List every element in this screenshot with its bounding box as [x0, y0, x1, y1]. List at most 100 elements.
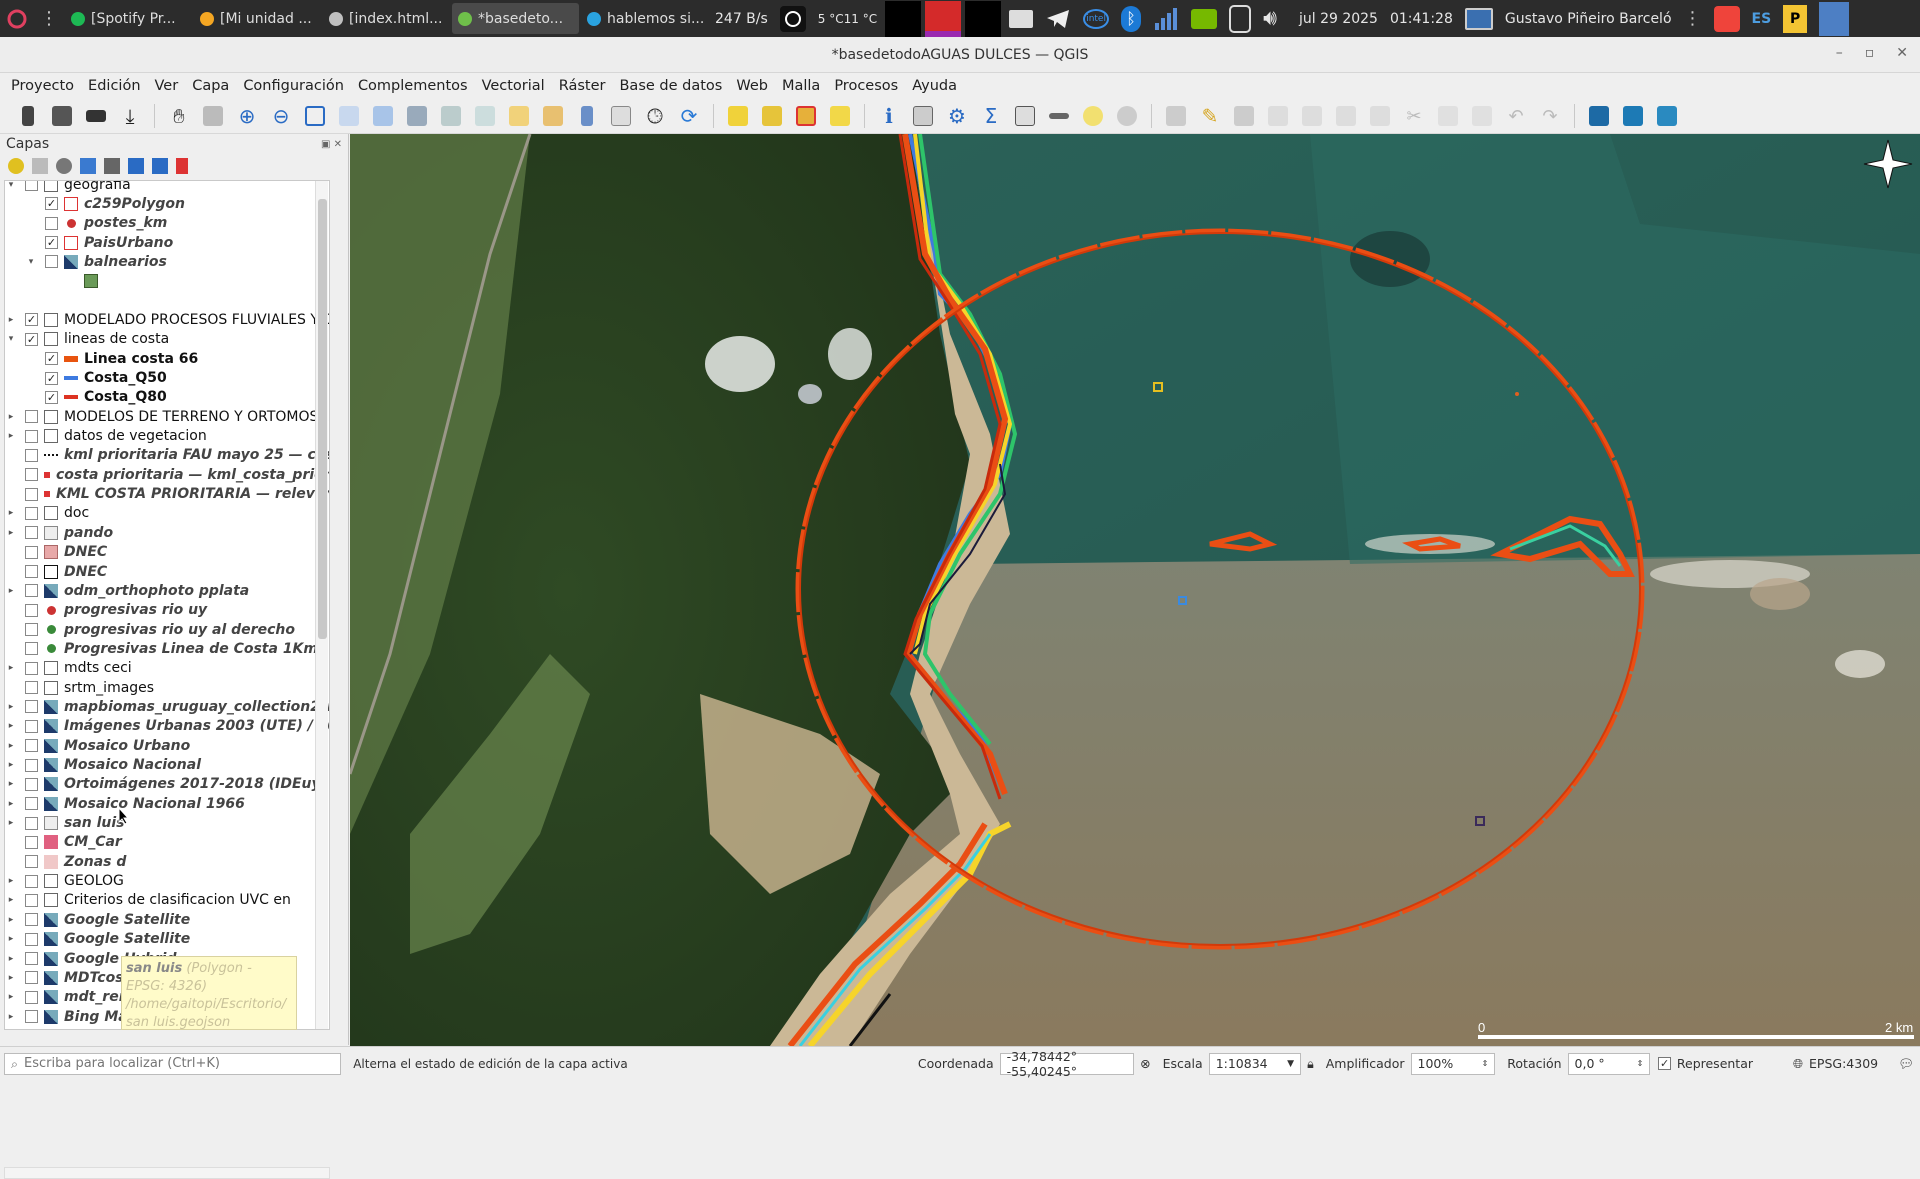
expand-arrow-icon[interactable]: ▸: [5, 895, 17, 905]
bluetooth-icon[interactable]: ᛒ: [1115, 0, 1147, 37]
pan-hand-icon[interactable]: ✋︎: [165, 102, 193, 130]
save-project-icon[interactable]: [82, 102, 110, 130]
layer-row[interactable]: ▸ Mosaico Urbano: [5, 736, 191, 755]
expand-arrow-icon[interactable]: ▸: [5, 934, 17, 944]
attribute-table-icon[interactable]: [909, 102, 937, 130]
scale-combobox[interactable]: 1:10834 ▼: [1208, 1052, 1302, 1075]
tray-black-square-icon[interactable]: [885, 0, 922, 37]
layer-row[interactable]: ▸ Mosaico Nacional: [5, 756, 201, 775]
expand-arrow-icon[interactable]: ▸: [5, 412, 17, 422]
copy-icon[interactable]: [1434, 102, 1462, 130]
layer-visibility-checkbox[interactable]: [25, 526, 38, 540]
layer-visibility-checkbox[interactable]: [25, 932, 38, 946]
cube-3d-third-icon[interactable]: [1653, 102, 1681, 130]
expand-arrow-icon[interactable]: ▸: [5, 528, 17, 538]
menu-edición[interactable]: Edición: [81, 78, 147, 94]
layer-row[interactable]: Progresivas Linea de Costa 1Km: [5, 639, 318, 658]
new-3d-view-icon[interactable]: [539, 102, 567, 130]
cube-3d-icon[interactable]: [1585, 102, 1613, 130]
expand-arrow-icon[interactable]: ▸: [5, 431, 17, 441]
layer-row[interactable]: ▸ san luis: [5, 814, 125, 833]
filter-legend-icon[interactable]: [80, 158, 96, 174]
zoom-last-icon[interactable]: [437, 102, 465, 130]
telegram-icon[interactable]: [1039, 0, 1077, 37]
layer-visibility-checkbox[interactable]: [45, 216, 58, 230]
expand-arrow-icon[interactable]: ▸: [5, 954, 17, 964]
map-tips-icon[interactable]: [1113, 102, 1141, 130]
expand-arrow-icon[interactable]: ▸: [5, 315, 17, 325]
menu-web[interactable]: Web: [729, 78, 775, 94]
layer-visibility-checkbox[interactable]: [25, 1010, 38, 1024]
layer-visibility-checkbox[interactable]: [45, 255, 58, 269]
layer-visibility-checkbox[interactable]: [25, 410, 38, 424]
layer-visibility-checkbox[interactable]: ✓: [25, 332, 38, 346]
zoom-out-icon[interactable]: ⊖: [267, 102, 295, 130]
signal-bars-icon[interactable]: [1147, 0, 1185, 37]
expand-arrow-icon[interactable]: ▸: [5, 818, 17, 828]
workspace-switcher-icon[interactable]: [1813, 0, 1855, 37]
layer-visibility-checkbox[interactable]: [25, 913, 38, 927]
new-project-icon[interactable]: [14, 102, 42, 130]
menu-ráster[interactable]: Ráster: [552, 78, 613, 94]
layer-row[interactable]: ▸ Google Satellite: [5, 910, 190, 929]
layer-row[interactable]: ▸ Imágenes Urbanas 2003 (UTE) / 2007 (: [5, 717, 329, 736]
layer-row[interactable]: ✓ Costa_Q80: [25, 388, 167, 407]
layer-visibility-checkbox[interactable]: [25, 506, 38, 520]
locator-search-box[interactable]: ⌕: [4, 1052, 342, 1075]
coordinate-field[interactable]: -34,78442° -55,40245°: [999, 1049, 1135, 1079]
layer-row[interactable]: ▸ doc: [5, 504, 89, 523]
layer-visibility-checkbox[interactable]: [25, 874, 38, 888]
bookmark-icon[interactable]: [573, 102, 601, 130]
pan-selection-icon[interactable]: [199, 102, 227, 130]
taskbar-tab[interactable]: [Spotify Pr...: [65, 3, 192, 34]
intel-icon[interactable]: intel: [1077, 0, 1115, 37]
remove-layer-icon[interactable]: [176, 158, 188, 174]
minimize-button[interactable]: –: [1836, 45, 1843, 61]
layer-visibility-checkbox[interactable]: [25, 739, 38, 753]
expand-arrow-icon[interactable]: ▸: [5, 1012, 17, 1022]
layer-visibility-checkbox[interactable]: ✓: [45, 390, 58, 404]
new-map-view-icon[interactable]: [505, 102, 533, 130]
tray-black-square2-icon[interactable]: [965, 0, 1002, 37]
menu-complementos[interactable]: Complementos: [351, 78, 475, 94]
layer-row[interactable]: ▸ odm_orthophoto pplata: [5, 581, 250, 600]
layer-visibility-checkbox[interactable]: [25, 642, 38, 656]
weather-widget[interactable]: 5 °C11 °C: [812, 0, 883, 37]
overflow-dots-icon[interactable]: ⋮: [34, 0, 64, 37]
expand-arrow-icon[interactable]: ▸: [5, 799, 17, 809]
menu-base-de-datos[interactable]: Base de datos: [612, 78, 729, 94]
expand-arrow-icon[interactable]: ▸: [5, 721, 17, 731]
table-icon[interactable]: [1011, 102, 1039, 130]
expand-arrow-icon[interactable]: ▸: [5, 992, 17, 1002]
messages-icon[interactable]: 💬︎: [1892, 1056, 1920, 1072]
volume-icon[interactable]: 🔊︎: [1257, 0, 1283, 37]
taskbar-tab[interactable]: [Mi unidad ...: [194, 3, 321, 34]
identify-icon[interactable]: ℹ: [875, 102, 903, 130]
close-panel-icon[interactable]: ✕: [334, 139, 342, 150]
menu-capa[interactable]: Capa: [185, 78, 236, 94]
cube-3d-alt-icon[interactable]: [1619, 102, 1647, 130]
layer-visibility-checkbox[interactable]: [25, 971, 38, 985]
layer-visibility-checkbox[interactable]: [25, 952, 38, 965]
layer-visibility-checkbox[interactable]: [25, 181, 38, 191]
layer-visibility-checkbox[interactable]: [25, 816, 38, 830]
layer-row[interactable]: ▾ balnearios: [25, 252, 167, 271]
clock-date[interactable]: jul 29 2025: [1293, 0, 1384, 37]
delete-selected-icon[interactable]: [1366, 102, 1394, 130]
layer-visibility-checkbox[interactable]: [25, 681, 38, 695]
layer-visibility-checkbox[interactable]: ✓: [45, 197, 58, 211]
layer-visibility-checkbox[interactable]: [25, 661, 38, 675]
zoom-in-icon[interactable]: ⊕: [233, 102, 261, 130]
layer-visibility-checkbox[interactable]: [25, 429, 38, 443]
zoom-layer-icon[interactable]: [369, 102, 397, 130]
layer-visibility-checkbox[interactable]: ✓: [45, 371, 58, 385]
collapse-all-icon[interactable]: [152, 158, 168, 174]
layer-visibility-checkbox[interactable]: [25, 545, 38, 559]
render-checkbox[interactable]: ✓: [1658, 1057, 1671, 1070]
lock-scale-icon[interactable]: 🔒︎: [1301, 1056, 1320, 1072]
layer-visibility-checkbox[interactable]: ✓: [45, 352, 58, 366]
expand-arrow-icon[interactable]: ▸: [5, 876, 17, 886]
layer-row[interactable]: ▾ geografia: [5, 181, 131, 194]
layer-row[interactable]: ✓ Costa_Q50: [25, 369, 167, 388]
crs-globe-icon[interactable]: 🌐︎: [1787, 1056, 1809, 1072]
